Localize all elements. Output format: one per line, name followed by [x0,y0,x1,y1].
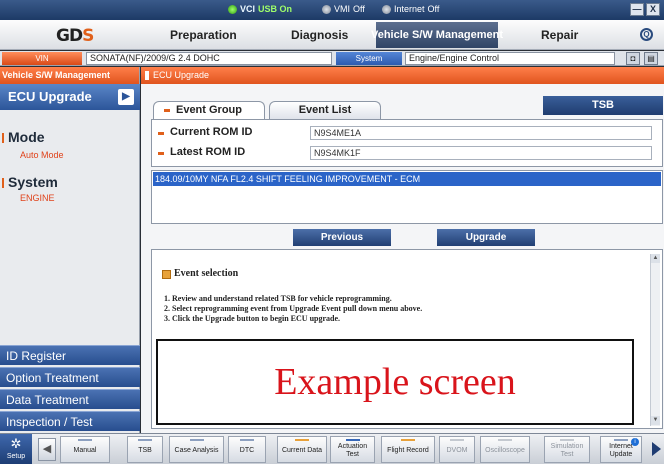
latest-rom-label: Latest ROM ID [158,146,245,158]
internet-update-button[interactable]: Internet Update i [600,436,642,463]
ecu-upgrade-panel: ECU Upgrade Event Group Event List TSB C… [141,67,664,433]
internet-status: Internet Off [382,4,439,14]
setup-button[interactable]: ✲ Setup [0,434,32,464]
event-list[interactable]: 184.09/10MY NFA FL2.4 SHIFT FEELING IMPR… [151,170,663,224]
sidebar-item-data-treatment[interactable]: Data Treatment [0,389,140,409]
vci-indicator-icon [228,4,237,14]
menu-preparation[interactable]: Preparation [170,28,237,42]
minimize-button[interactable]: — [630,3,644,16]
tsb-tool-button[interactable]: TSB [127,436,163,463]
sidebar-item-option-treatment[interactable]: Option Treatment [0,367,140,387]
vehicle-name-field[interactable]: SONATA(NF)/2009/G 2.4 DOHC [86,52,332,65]
example-screen-box: Example screen [156,339,634,425]
chevron-right-icon: ▶ [118,89,134,105]
example-screen-text: Example screen [274,361,516,403]
menu-diagnosis[interactable]: Diagnosis [291,28,348,42]
tab-event-group[interactable]: Event Group [153,101,265,119]
vci-label: VCI [240,4,256,14]
sidebar-system-label: System [2,174,58,190]
content-header: ECU Upgrade [141,67,664,84]
current-rom-value: N9S4ME1A [310,126,652,140]
system-value-field[interactable]: Engine/Engine Control [405,52,615,65]
sidebar-item-inspection-test[interactable]: Inspection / Test [0,411,140,431]
gear-icon: ✲ [10,436,22,451]
current-rom-label: Current ROM ID [158,126,253,138]
latest-rom-value: N9S4MK1F [310,146,652,160]
logo-text: GD [56,26,83,46]
sidebar-item-ecu-upgrade[interactable]: ECU Upgrade ▶ [0,84,140,110]
menu-vehicle-sw-management[interactable]: Vehicle S/W Management [371,22,503,48]
camera-icon[interactable]: ◘ [626,52,640,65]
tsb-button[interactable]: TSB [543,96,663,115]
info-step-2: 2. Select reprogramming event from Upgra… [164,304,423,313]
info-title: Event selection [162,268,238,279]
info-scrollbar[interactable]: ▲ ▼ [650,254,660,426]
sidebar-mode-label: Mode [2,129,45,145]
simulation-test-button[interactable]: Simulation Test [544,436,590,463]
vmi-value: Off [353,4,365,14]
tab-event-list[interactable]: Event List [269,101,381,119]
system-button[interactable]: System [336,52,402,65]
scroll-up-icon[interactable]: ▲ [651,254,660,263]
info-step-3: 3. Click the Upgrade button to begin ECU… [164,314,341,323]
scroll-down-icon[interactable]: ▼ [651,416,660,425]
vci-status: VCI USB On [228,4,292,14]
sidebar-item-id-register[interactable]: ID Register [0,345,140,365]
rom-id-panel: Current ROM ID N9S4ME1A Latest ROM ID N9… [151,119,663,167]
flight-record-button[interactable]: Flight Record [381,436,435,463]
setup-label: Setup [6,453,26,460]
search-icon[interactable]: Q [640,28,653,41]
close-button[interactable]: X [646,3,660,16]
internet-label: Internet [394,4,425,14]
upgrade-button[interactable]: Upgrade [437,229,535,246]
vmi-indicator-icon [322,4,331,14]
actuation-test-button[interactable]: Actuation Test [330,436,375,463]
sidebar-header: Vehicle S/W Management [0,67,139,84]
event-selection-info: Event selection 1. Review and understand… [151,249,663,429]
dtc-button[interactable]: DTC [228,436,266,463]
info-step-1: 1. Review and understand related TSB for… [164,294,392,303]
sidebar: Vehicle S/W Management ECU Upgrade ▶ Mod… [0,67,140,433]
status-bar: VCI USB On VMI Off Internet Off — X [0,0,664,20]
oscilloscope-button[interactable]: Oscilloscope [480,436,530,463]
internet-value: Off [427,4,440,14]
menu-repair[interactable]: Repair [541,28,578,42]
print-icon[interactable]: ▤ [644,52,658,65]
toolbar-next-icon[interactable] [652,442,661,456]
list-item[interactable]: 184.09/10MY NFA FL2.4 SHIFT FEELING IMPR… [153,172,661,186]
previous-button[interactable]: Previous [293,229,391,246]
dvom-button[interactable]: DVOM [439,436,475,463]
current-data-button[interactable]: Current Data [277,436,327,463]
usb-status: USB On [258,4,293,14]
case-analysis-button[interactable]: Case Analysis [169,436,224,463]
sidebar-mode-value[interactable]: Auto Mode [20,150,64,160]
toolbar-prev-icon[interactable]: ◀ [38,438,56,461]
vin-button[interactable]: VIN [2,52,82,65]
logo-accent: S [82,26,94,46]
internet-indicator-icon [382,4,391,14]
manual-button[interactable]: Manual [60,436,110,463]
gds-logo: GDS [56,26,94,46]
bottom-toolbar: ✲ Setup ◀ Manual TSB Case Analysis DTC C… [0,433,664,464]
vmi-status: VMI Off [322,4,365,14]
sidebar-ecu-label: ECU Upgrade [8,89,92,104]
vehicle-bar: VIN SONATA(NF)/2009/G 2.4 DOHC System En… [0,51,664,66]
vmi-label: VMI [334,4,351,14]
sidebar-system-value[interactable]: ENGINE [20,193,55,203]
main-menu: GDS Preparation Diagnosis Vehicle S/W Ma… [0,20,664,50]
info-badge-icon: i [631,438,639,446]
